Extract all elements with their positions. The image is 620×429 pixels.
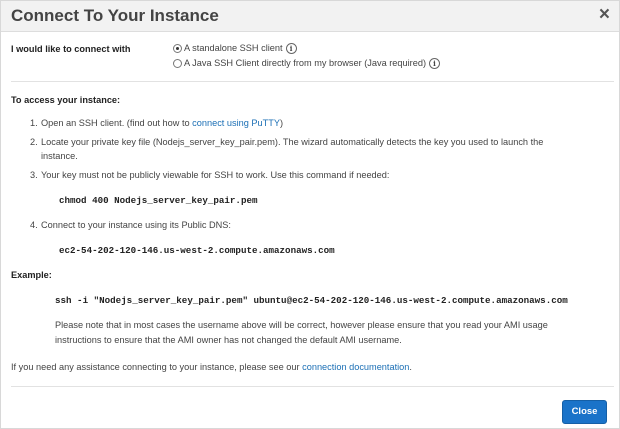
footer-divider (11, 386, 614, 387)
username-note-line-1: Please note that in most cases the usern… (55, 320, 548, 330)
example-heading: Example: (11, 270, 52, 280)
step-3-text: Your key must not be publicly viewable f… (41, 170, 390, 180)
step-2-line-1: Locate your private key file (Nodejs_ser… (41, 137, 544, 147)
step-1-number: 1. (30, 118, 38, 128)
radio-java-ssh[interactable] (173, 59, 182, 68)
connect-using-putty-link[interactable]: connect using PuTTY (192, 118, 280, 128)
close-icon[interactable]: × (599, 5, 610, 25)
assistance-text: If you need any assistance connecting to… (11, 362, 412, 372)
dialog-title: Connect To Your Instance (11, 6, 219, 25)
instructions-heading: To access your instance: (11, 95, 121, 105)
ssh-command: ssh -i "Nodejs_server_key_pair.pem" ubun… (55, 295, 568, 306)
connect-with-label: I would like to connect with (11, 44, 131, 54)
step-1: Open an SSH client. (find out how to con… (41, 118, 283, 128)
step-1-end: ) (280, 118, 284, 128)
step-1-text: Open an SSH client. (find out how to (41, 118, 193, 128)
info-icon[interactable]: i (285, 43, 297, 54)
dialog-header: Connect To Your Instance × (1, 1, 619, 32)
connect-dialog: Connect To Your Instance × I would like … (0, 0, 620, 429)
step-4-text: Connect to your instance using its Publi… (41, 220, 231, 230)
option-java-ssh[interactable]: A Java SSH Client directly from my brows… (184, 58, 441, 69)
connection-documentation-link[interactable]: connection documentation (302, 362, 409, 372)
divider (11, 81, 614, 82)
option-standalone-ssh[interactable]: A standalone SSH client i (184, 43, 297, 54)
step-4-number: 4. (30, 220, 38, 230)
step-3-number: 3. (30, 170, 38, 180)
assistance-end: . (409, 362, 412, 372)
assistance-prefix: If you need any assistance connecting to… (11, 362, 303, 372)
step-2-number: 2. (30, 137, 38, 147)
username-note-line-2: instructions to ensure that the AMI owne… (55, 335, 402, 345)
public-dns: ec2-54-202-120-146.us-west-2.compute.ama… (59, 245, 335, 256)
info-icon[interactable]: i (429, 58, 441, 69)
option-standalone-ssh-label: A standalone SSH client (184, 43, 283, 53)
close-button[interactable]: Close (562, 400, 607, 424)
option-java-ssh-label: A Java SSH Client directly from my brows… (184, 58, 427, 68)
step-2-line-2: instance. (41, 151, 78, 161)
radio-standalone-ssh[interactable] (173, 44, 182, 53)
chmod-command: chmod 400 Nodejs_server_key_pair.pem (59, 195, 258, 206)
